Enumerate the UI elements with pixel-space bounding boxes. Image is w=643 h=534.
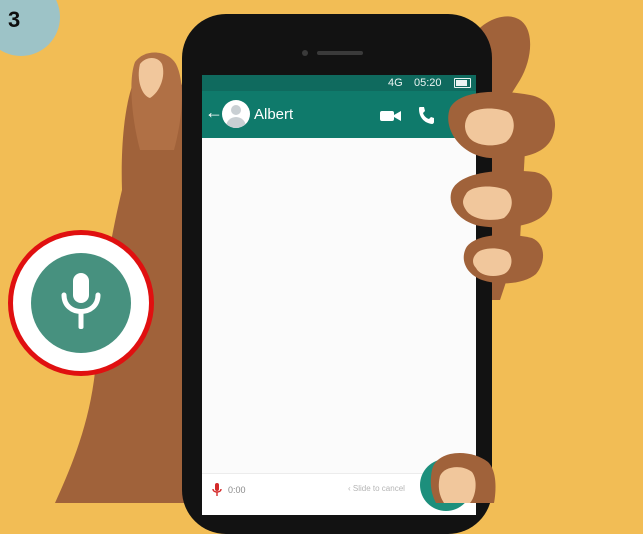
microphone-icon: [61, 273, 101, 329]
microphone-button[interactable]: [31, 253, 131, 353]
highlight-ring: [8, 230, 154, 376]
illustration-frame: 3 4G 05:20 ← Albert 0:00 ‹ Slide to canc…: [0, 0, 643, 534]
